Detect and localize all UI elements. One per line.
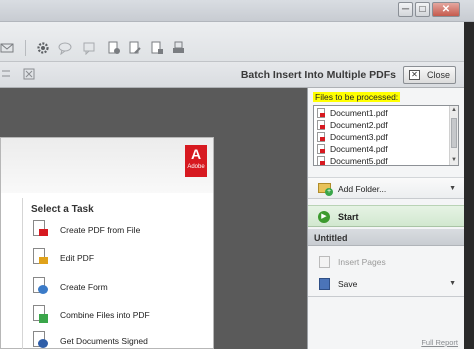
gear-icon[interactable] — [36, 41, 50, 55]
pdf-file-icon — [317, 144, 325, 154]
save-label: Save — [338, 279, 358, 289]
file-item[interactable]: Document5.pdf — [317, 156, 388, 166]
insert-pages-icon — [319, 256, 330, 268]
combine-files-icon — [31, 304, 49, 324]
sequence-section-header: Untitled — [308, 229, 465, 246]
share-icon[interactable] — [82, 41, 96, 56]
task-label: Edit PDF — [60, 253, 95, 263]
batch-panel: Files to be processed: Document1.pdf Doc… — [307, 88, 465, 349]
save-action[interactable]: Save ▼ — [308, 274, 465, 294]
adobe-logo: A Adobe — [185, 145, 207, 177]
card-left-strip — [1, 198, 23, 349]
welcome-card: A Adobe Select a Task Create PDF from Fi… — [0, 137, 214, 349]
play-icon: ▶ — [318, 211, 330, 223]
files-label: Files to be processed: — [313, 92, 401, 102]
file-name: Document1.pdf — [330, 108, 388, 118]
task-label: Create PDF from File — [60, 225, 141, 235]
save-icon — [319, 278, 330, 290]
file-name: Document4.pdf — [330, 144, 388, 154]
task-label: Combine Files into PDF — [60, 310, 150, 320]
adobe-logo-wordmark: Adobe — [187, 164, 205, 170]
window-edge — [464, 22, 474, 62]
page-nav-icon[interactable] — [0, 67, 14, 81]
pdf-file-icon — [317, 156, 325, 165]
get-signed-icon — [31, 330, 49, 349]
welcome-card-header — [1, 138, 213, 193]
comment-icon[interactable] — [58, 41, 72, 56]
close-window-button[interactable]: ✕ — [432, 2, 460, 17]
start-label: Start — [338, 212, 359, 222]
scroll-down-icon[interactable]: ▼ — [450, 156, 458, 165]
insert-pages-action[interactable]: Insert Pages — [308, 252, 465, 272]
adobe-logo-mark: A — [190, 146, 202, 162]
secondary-toolbar: Batch Insert Into Multiple PDFs ✕ Close — [0, 62, 474, 88]
scroll-thumb[interactable] — [451, 118, 457, 148]
lock-icon[interactable] — [107, 41, 121, 55]
close-button-label: Close — [427, 70, 451, 80]
task-combine-files[interactable]: Combine Files into PDF — [31, 304, 211, 326]
fit-page-icon[interactable] — [22, 67, 36, 81]
add-folder-button[interactable]: + Add Folder... ▼ — [308, 177, 465, 199]
protect-icon[interactable] — [150, 41, 164, 55]
task-create-pdf[interactable]: Create PDF from File — [31, 219, 211, 241]
window-edge — [464, 62, 474, 88]
file-item[interactable]: Document1.pdf — [317, 108, 388, 120]
file-name: Document3.pdf — [330, 132, 388, 142]
file-list[interactable]: Document1.pdf Document2.pdf Document3.pd… — [313, 105, 459, 166]
pdf-file-icon — [317, 132, 325, 142]
close-icon: ✕ — [409, 70, 420, 80]
panel-close-button[interactable]: ✕ Close — [403, 66, 456, 84]
add-icon: + — [325, 188, 333, 196]
create-form-icon — [31, 276, 49, 296]
task-get-signed[interactable]: Get Documents Signed — [31, 330, 211, 349]
insert-pages-label: Insert Pages — [338, 257, 386, 267]
section-title: Untitled — [314, 233, 348, 243]
sign-icon[interactable] — [128, 41, 142, 55]
file-list-scrollbar[interactable]: ▲ ▼ — [449, 106, 458, 165]
window-edge — [464, 88, 474, 349]
toolbar-separator — [25, 40, 26, 56]
task-heading: Select a Task — [31, 204, 94, 215]
main-toolbar — [0, 22, 474, 62]
task-edit-pdf[interactable]: Edit PDF — [31, 247, 211, 269]
create-pdf-icon — [31, 219, 49, 239]
minimize-button[interactable]: ─ — [398, 2, 413, 17]
task-label: Create Form — [60, 282, 108, 292]
file-item[interactable]: Document2.pdf — [317, 120, 388, 132]
chevron-down-icon[interactable]: ▼ — [449, 185, 456, 192]
chevron-down-icon[interactable]: ▼ — [449, 280, 456, 287]
task-label: Get Documents Signed — [60, 336, 148, 346]
file-item[interactable]: Document3.pdf — [317, 132, 388, 144]
file-item[interactable]: Document4.pdf — [317, 144, 388, 156]
task-create-form[interactable]: Create Form — [31, 276, 211, 298]
panel-title: Batch Insert Into Multiple PDFs — [240, 69, 396, 81]
email-icon[interactable] — [0, 41, 14, 55]
add-folder-label: Add Folder... — [338, 184, 387, 194]
scroll-up-icon[interactable]: ▲ — [450, 106, 458, 115]
stamp-icon[interactable] — [172, 41, 186, 55]
pdf-file-icon — [317, 120, 325, 130]
start-button[interactable]: ▶ Start — [308, 205, 465, 227]
file-name: Document5.pdf — [330, 156, 388, 166]
maximize-button[interactable]: □ — [415, 2, 430, 17]
pdf-file-icon — [317, 108, 325, 118]
full-report-link[interactable]: Full Report — [421, 338, 458, 347]
file-name: Document2.pdf — [330, 120, 388, 130]
panel-divider — [308, 296, 465, 297]
document-area: A Adobe Select a Task Create PDF from Fi… — [0, 88, 307, 349]
edit-pdf-icon — [31, 247, 49, 267]
window-title-bar: ─ □ ✕ — [0, 0, 474, 22]
